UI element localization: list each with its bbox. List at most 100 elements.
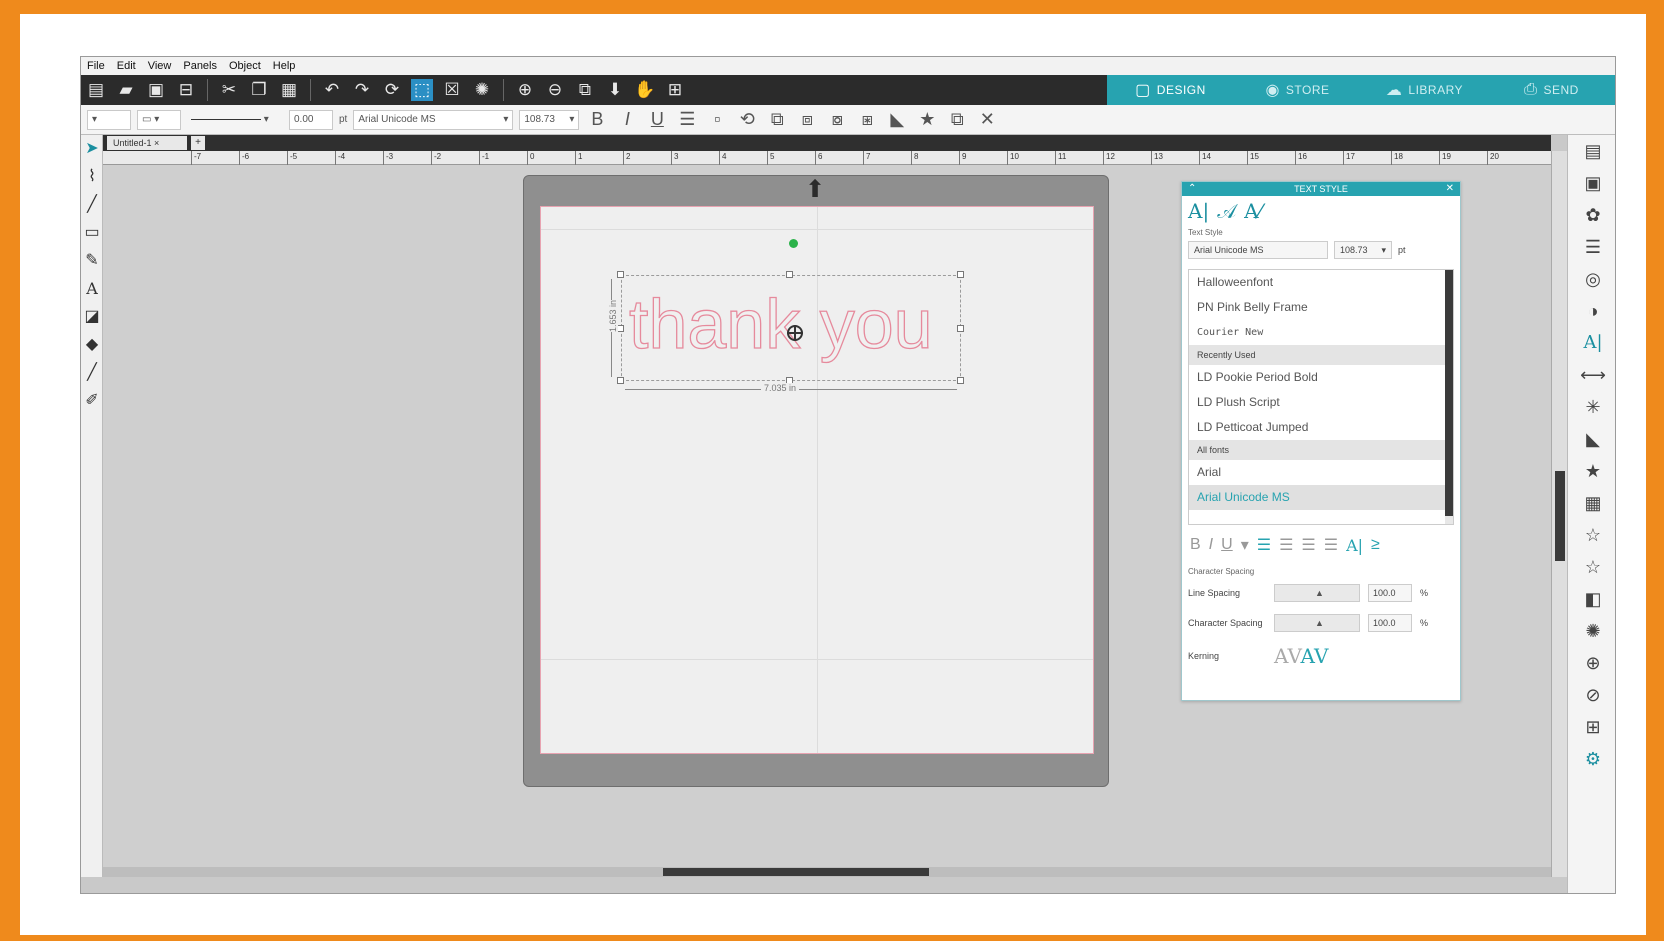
tab-text-on-path[interactable]: 𝒜 (1217, 199, 1236, 223)
add-document-icon[interactable]: + (191, 136, 205, 150)
text-box-icon[interactable]: ▫ (705, 109, 729, 130)
align-icon[interactable]: ☰ (675, 109, 699, 130)
document-tab[interactable]: Untitled-1 × (107, 136, 187, 150)
line-color-dropdown[interactable]: ▭ ▾ (137, 109, 181, 130)
tab-design[interactable]: ▢ DESIGN (1107, 75, 1234, 105)
ungroup-icon[interactable]: ⧈ (795, 109, 819, 130)
horizontal-text-icon[interactable]: A| (1346, 536, 1363, 555)
vertical-text-icon[interactable]: ≥ (1371, 536, 1380, 554)
sketch-icon[interactable]: ✺ (1568, 615, 1615, 647)
pen-icon[interactable]: ⊘ (1568, 679, 1615, 711)
edit-points-icon[interactable]: ⌇ (81, 163, 103, 191)
replicate-panel-icon[interactable]: ★ (1568, 455, 1615, 487)
list-item[interactable]: PN Pink Belly Frame (1189, 295, 1453, 320)
library-panel-icon[interactable]: ▦ (1568, 487, 1615, 519)
rectangle-tool-icon[interactable]: ▭ (81, 219, 103, 247)
resize-handle[interactable] (617, 325, 624, 332)
transform-icon[interactable]: ⟷ (1568, 359, 1615, 391)
list-item[interactable]: LD Pookie Period Bold (1189, 365, 1453, 390)
trace-icon[interactable]: ◑ (1568, 295, 1615, 327)
menu-view[interactable]: View (148, 60, 172, 72)
group-icon[interactable]: ⧉ (765, 109, 789, 130)
font-list-scroll-thumb[interactable] (1445, 270, 1453, 516)
fill-color-icon[interactable]: ✿ (1568, 199, 1615, 231)
grid-icon[interactable]: ⊞ (664, 79, 686, 101)
save-icon[interactable]: ▣ (145, 79, 167, 101)
tab-text-warp[interactable]: A⁄ (1244, 199, 1262, 223)
underline-icon[interactable]: U (645, 109, 669, 130)
paste-icon[interactable]: ▦ (278, 79, 300, 101)
offset-icon[interactable]: ✳ (1568, 391, 1615, 423)
resize-handle[interactable] (786, 271, 793, 278)
eyedropper-tool-icon[interactable]: ✐ (81, 387, 103, 415)
dropdown-icon[interactable]: ▾ (1241, 535, 1249, 555)
fill-tool-icon[interactable]: ◪ (81, 303, 103, 331)
resize-handle[interactable] (957, 377, 964, 384)
tab-send[interactable]: ⎙ SEND (1488, 75, 1615, 105)
font-list-scrollbar[interactable] (1445, 270, 1453, 524)
vertical-scrollbar[interactable] (1551, 151, 1567, 877)
globe-icon[interactable]: ⊕ (1568, 647, 1615, 679)
line-tool-icon[interactable]: ╱ (81, 191, 103, 219)
bring-front-icon[interactable]: ⧇ (825, 109, 849, 130)
list-item[interactable]: Arial (1189, 460, 1453, 485)
font-search-input[interactable]: Arial Unicode MS (1188, 241, 1328, 259)
list-item[interactable]: LD Petticoat Jumped (1189, 415, 1453, 440)
undo-icon[interactable]: ↶ (321, 79, 343, 101)
zoom-in-icon[interactable]: ⊕ (514, 79, 536, 101)
menu-object[interactable]: Object (229, 60, 261, 72)
character-spacing-slider[interactable] (1274, 614, 1360, 632)
modify-icon[interactable]: ◣ (1568, 423, 1615, 455)
hand-icon[interactable]: ✋ (634, 79, 656, 101)
tab-library[interactable]: ☁ LIBRARY (1361, 75, 1488, 105)
move-crosshair-icon[interactable] (787, 325, 803, 341)
zoom-out-icon[interactable]: ⊖ (544, 79, 566, 101)
settings-gear-icon[interactable]: ⚙ (1568, 743, 1615, 775)
italic-icon[interactable]: I (1209, 536, 1213, 554)
close-icon[interactable]: ✕ (1446, 182, 1454, 196)
print-icon[interactable]: ⊟ (175, 79, 197, 101)
resize-handle[interactable] (957, 271, 964, 278)
star-outline-2-icon[interactable]: ☆ (1568, 551, 1615, 583)
resize-handle[interactable] (617, 271, 624, 278)
zoom-fit-icon[interactable]: ⧉ (574, 79, 596, 101)
list-item[interactable]: Courier New (1189, 320, 1453, 345)
list-item[interactable]: Halloweenfont (1189, 270, 1453, 295)
bold-icon[interactable]: B (585, 109, 609, 130)
justify-icon[interactable]: ☰ (1324, 535, 1338, 555)
menu-edit[interactable]: Edit (117, 60, 136, 72)
line-color-icon[interactable]: ☰ (1568, 231, 1615, 263)
page-area[interactable]: thank you 7.035 in 1.653 in (540, 206, 1094, 754)
resize-handle[interactable] (957, 325, 964, 332)
text-style-icon[interactable]: A| (1568, 327, 1615, 359)
select-icon[interactable]: ⬚ (411, 79, 433, 101)
redo-icon[interactable]: ↷ (351, 79, 373, 101)
list-item-selected[interactable]: Arial Unicode MS (1189, 485, 1453, 510)
pencil-tool-icon[interactable]: ✎ (81, 247, 103, 275)
deselect-icon[interactable]: ☒ (441, 79, 463, 101)
cut-icon[interactable]: ✂ (218, 79, 240, 101)
resize-handle[interactable] (617, 377, 624, 384)
page-setup-icon[interactable]: ▤ (1568, 135, 1615, 167)
underline-icon[interactable]: U (1221, 536, 1233, 554)
align-center-icon[interactable]: ☰ (1279, 535, 1293, 555)
character-spacing-input[interactable]: 100.0 (1368, 614, 1412, 632)
line-style-dropdown[interactable]: ▾ (187, 110, 283, 130)
font-list[interactable]: Halloweenfont PN Pink Belly Frame Courie… (1188, 269, 1454, 525)
tab-store[interactable]: ◉ STORE (1234, 75, 1361, 105)
font-size-input[interactable]: 108.73 ▾ (519, 109, 580, 130)
menu-help[interactable]: Help (273, 60, 296, 72)
font-size-input[interactable]: 108.73 ▾ (1334, 241, 1392, 259)
tab-text-style[interactable]: A| (1188, 199, 1209, 223)
registration-icon[interactable]: ▣ (1568, 167, 1615, 199)
list-item[interactable]: LD Plush Script (1189, 390, 1453, 415)
rotate-icon[interactable]: ⟲ (735, 109, 759, 130)
move-down-icon[interactable]: ⬇ (604, 79, 626, 101)
thank-you-text[interactable]: thank you (628, 279, 933, 369)
new-icon[interactable]: ▤ (85, 79, 107, 101)
send-back-icon[interactable]: ⧆ (855, 109, 879, 130)
align-left-icon[interactable]: ☰ (1257, 535, 1271, 555)
fill-bucket-icon[interactable]: ◣ (885, 109, 909, 130)
menu-panels[interactable]: Panels (183, 60, 217, 72)
fill-color-dropdown[interactable]: ▾ (87, 109, 131, 130)
